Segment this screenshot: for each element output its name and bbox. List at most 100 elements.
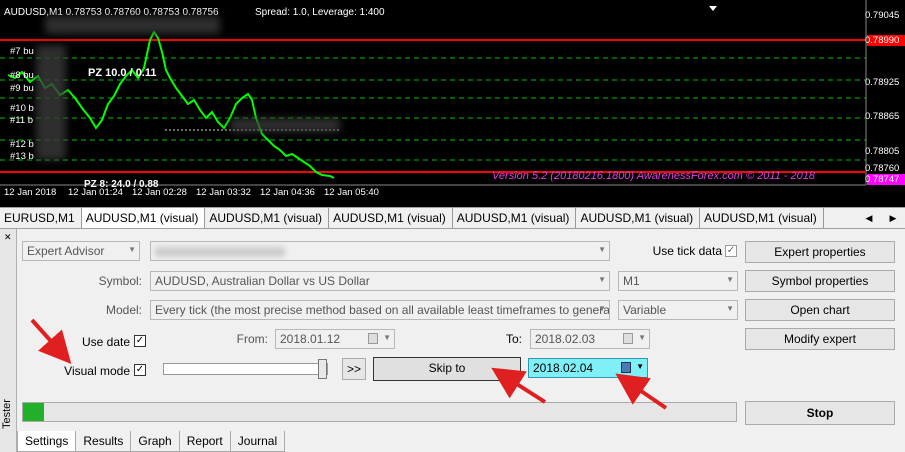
use-date-label: Use date — [81, 335, 130, 349]
fast-forward-button[interactable]: >> — [342, 358, 366, 380]
order-label: #12 b — [10, 139, 34, 150]
to-date-value: 2018.02.03 — [535, 332, 596, 346]
calendar-icon — [621, 362, 631, 373]
blurred-region — [230, 118, 340, 132]
period-select-value: M1 — [623, 274, 640, 288]
from-label: From: — [236, 332, 268, 346]
chevron-down-icon: ▼ — [726, 275, 734, 284]
time-label: 12 Jan 05:40 — [324, 187, 379, 198]
model-label: Model: — [105, 303, 142, 317]
use-tick-label: Use tick data — [652, 244, 722, 258]
price-label: 0.78990 — [865, 35, 900, 46]
order-label: #9 bu — [10, 83, 34, 94]
expert-select[interactable]: ▼ — [150, 241, 610, 261]
time-label: 12 Jan 03:32 — [196, 187, 251, 198]
tab-results[interactable]: Results — [75, 431, 132, 452]
symbol-select-value: AUDUSD, Australian Dollar vs US Dollar — [155, 274, 370, 288]
price-label: 0.78925 — [865, 77, 900, 88]
chevron-down-icon: ▼ — [638, 333, 646, 342]
symbol-select[interactable]: AUDUSD, Australian Dollar vs US Dollar ▼ — [150, 271, 610, 291]
tester-side-strip: ✕ Tester — [0, 229, 17, 452]
blurred-expert-name — [155, 247, 285, 257]
mode-select[interactable]: Expert Advisor ▼ — [22, 241, 140, 261]
tester-tab-bar: Settings Results Graph Report Journal — [17, 431, 286, 452]
time-label: 12 Jan 2018 — [4, 187, 57, 198]
skip-to-button[interactable]: Skip to — [373, 357, 521, 381]
visual-mode-checkbox[interactable]: ✓ — [134, 364, 146, 376]
tab-report[interactable]: Report — [178, 431, 231, 452]
chevron-down-icon: ▼ — [726, 304, 734, 313]
chevron-down-icon: ▼ — [598, 304, 606, 313]
expert-properties-button[interactable]: Expert properties — [745, 241, 895, 263]
skip-to-date-value: 2018.02.04 — [533, 361, 594, 375]
price-label: 0.79045 — [865, 10, 900, 21]
chevron-down-icon: ▼ — [383, 333, 391, 342]
to-label: To: — [505, 332, 522, 346]
blurred-region — [45, 16, 220, 34]
calendar-icon — [623, 333, 633, 344]
version-label: Version 5.2 (20180216.1800) AwarenessFor… — [492, 170, 816, 182]
pz-label-top: PZ 10.0 / 0.11 — [88, 67, 157, 79]
symbol-label: Symbol: — [98, 274, 142, 288]
chart-tab[interactable]: AUDUSD,M1 (visual) — [576, 208, 701, 228]
chart-tab[interactable]: EURUSD,M1 — [0, 208, 82, 228]
chart-tab[interactable]: AUDUSD,M1 (visual) — [329, 208, 453, 228]
modify-expert-button[interactable]: Modify expert — [745, 328, 895, 350]
chart-shift-marker — [709, 6, 717, 11]
spread-select-value: Variable — [623, 303, 667, 317]
chart-tab-bar: EURUSD,M1 AUDUSD,M1 (visual) AUDUSD,M1 (… — [0, 207, 905, 229]
order-label: #7 bu — [10, 46, 34, 57]
time-label: 12 Jan 02:28 — [132, 187, 187, 198]
test-progress-fill — [23, 403, 45, 421]
visual-mode-label: Visual mode — [64, 364, 130, 378]
chart-tab[interactable]: AUDUSD,M1 (visual) — [205, 208, 330, 228]
chart-tab[interactable]: AUDUSD,M1 (visual) — [453, 208, 577, 228]
model-select-value: Every tick (the most precise method base… — [155, 303, 610, 317]
stop-button[interactable]: Stop — [745, 401, 895, 425]
chart-tab[interactable]: AUDUSD,M1 (visual) — [700, 208, 824, 228]
tester-label: Tester — [1, 399, 13, 429]
spread-select[interactable]: Variable ▼ — [618, 300, 738, 320]
chevron-down-icon: ▼ — [598, 275, 606, 284]
test-progress-bar — [22, 402, 737, 422]
calendar-icon — [368, 333, 378, 344]
tab-journal[interactable]: Journal — [229, 431, 286, 452]
blurred-region — [36, 45, 66, 160]
scroll-right-icon[interactable]: ▶ — [890, 213, 897, 224]
use-date-checkbox[interactable]: ✓ — [134, 335, 146, 347]
speed-slider-handle[interactable] — [318, 359, 327, 379]
price-label: 0.78760 — [865, 163, 900, 174]
from-date-value: 2018.01.12 — [280, 332, 341, 346]
chart-tab[interactable]: AUDUSD,M1 (visual) — [81, 208, 206, 228]
scroll-left-icon[interactable]: ◀ — [866, 213, 873, 224]
open-chart-button[interactable]: Open chart — [745, 299, 895, 321]
time-label: 12 Jan 04:36 — [260, 187, 315, 198]
period-select[interactable]: M1 ▼ — [618, 271, 738, 291]
chevron-down-icon: ▼ — [128, 245, 136, 254]
order-label: #8 bu — [10, 70, 34, 81]
use-tick-checkbox[interactable]: ✓ — [725, 245, 737, 257]
price-label: 0.78747 — [865, 174, 900, 185]
tab-graph[interactable]: Graph — [130, 431, 180, 452]
time-label: 12 Jan 01:24 — [68, 187, 123, 198]
from-date-field[interactable]: 2018.01.12 ▼ — [275, 329, 395, 349]
order-label: #11 b — [10, 115, 34, 126]
tab-settings[interactable]: Settings — [17, 431, 77, 452]
speed-slider-track[interactable] — [163, 363, 328, 375]
symbol-properties-button[interactable]: Symbol properties — [745, 270, 895, 292]
order-label: #13 b — [10, 151, 34, 162]
price-label: 0.78865 — [865, 111, 900, 122]
spread-info: Spread: 1.0, Leverage: 1:400 — [255, 7, 385, 18]
close-icon[interactable]: ✕ — [4, 232, 12, 243]
model-select[interactable]: Every tick (the most precise method base… — [150, 300, 610, 320]
price-label: 0.78805 — [865, 146, 900, 157]
order-label: #10 b — [10, 103, 34, 114]
chevron-down-icon: ▼ — [636, 362, 644, 371]
skip-to-date-field[interactable]: 2018.02.04 ▼ — [528, 358, 648, 378]
to-date-field[interactable]: 2018.02.03 ▼ — [530, 329, 650, 349]
strategy-tester-panel: ✕ Tester Expert Advisor ▼ ▼ Use tick dat… — [0, 229, 905, 452]
tab-scroll[interactable]: ◀ ▶ — [857, 208, 905, 228]
chevron-down-icon: ▼ — [598, 245, 606, 254]
price-chart[interactable]: AUDUSD,M1 0.78753 0.78760 0.78753 0.7875… — [0, 0, 905, 207]
mode-select-value: Expert Advisor — [27, 244, 105, 258]
